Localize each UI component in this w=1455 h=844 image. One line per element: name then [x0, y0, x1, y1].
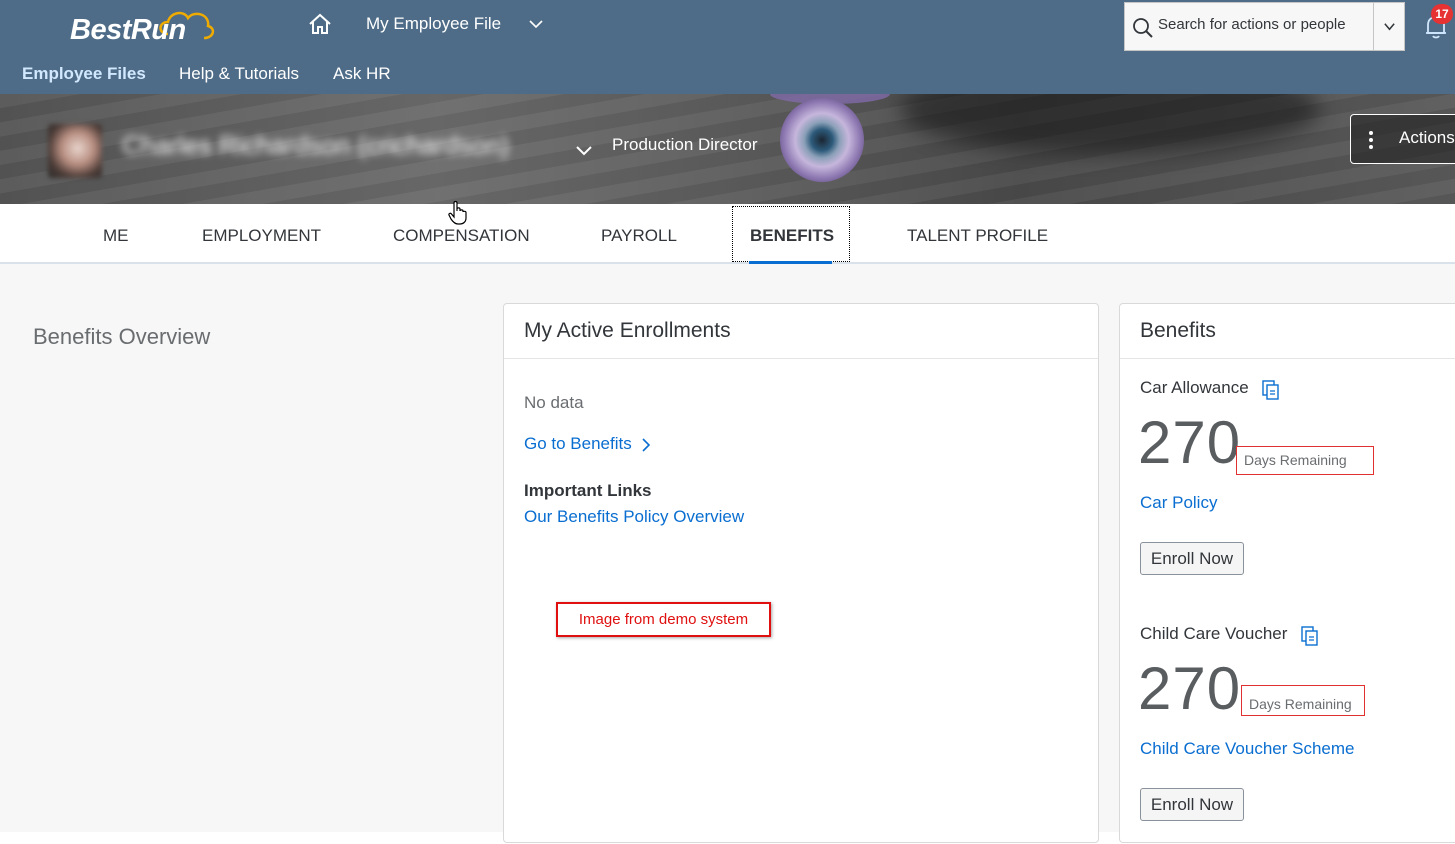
section-title: Benefits Overview: [33, 324, 211, 349]
profile-header: Charles Richardson (crichardson) Product…: [0, 94, 1455, 204]
search-input[interactable]: [1158, 16, 1368, 33]
card-header: My Active Enrollments: [504, 304, 1098, 359]
logo-text: BestRun: [70, 14, 186, 46]
benefit-label-car-allowance: Car Allowance: [1140, 378, 1249, 397]
tab-talent-profile[interactable]: TALENT PROFILE: [907, 226, 1048, 246]
enroll-now-button[interactable]: Enroll Now: [1140, 788, 1244, 821]
actions-label: Actions: [1399, 128, 1455, 147]
document-copy-icon[interactable]: [1262, 380, 1280, 400]
job-title: Production Director: [612, 135, 758, 154]
card-title: My Active Enrollments: [524, 319, 731, 342]
tab-benefits[interactable]: BENEFITS: [750, 226, 834, 246]
chevron-down-icon[interactable]: [574, 140, 594, 160]
nav-ask-hr[interactable]: Ask HR: [333, 64, 391, 84]
benefit-unit: Days Remaining: [1241, 685, 1365, 716]
nav-employee-files[interactable]: Employee Files: [22, 64, 146, 84]
overflow-menu-icon: [1369, 131, 1373, 149]
card-title: Benefits: [1140, 319, 1216, 342]
benefit-unit: Days Remaining: [1236, 446, 1374, 475]
notification-badge: 17: [1431, 4, 1453, 24]
document-copy-icon[interactable]: [1301, 626, 1319, 646]
company-logo[interactable]: BestRun: [68, 4, 228, 50]
benefit-label-child-care: Child Care Voucher: [1140, 624, 1288, 643]
active-enrollments-card: My Active Enrollments No data Go to Bene…: [503, 303, 1099, 843]
avatar[interactable]: [48, 124, 102, 178]
benefits-policy-link[interactable]: Our Benefits Policy Overview: [524, 507, 744, 527]
no-data-text: No data: [524, 393, 584, 412]
shell-bar: BestRun My Employee File 17 Employee Fil…: [0, 0, 1455, 94]
chevron-down-icon: [1384, 23, 1395, 31]
nav-help-tutorials[interactable]: Help & Tutorials: [179, 64, 299, 84]
app-title[interactable]: My Employee File: [366, 14, 501, 34]
important-links-heading: Important Links: [524, 481, 652, 500]
search-scope-dropdown[interactable]: [1373, 2, 1405, 51]
benefit-value: 270: [1138, 655, 1242, 722]
employee-name: Charles Richardson (crichardson): [122, 130, 510, 160]
tab-me[interactable]: ME: [103, 226, 129, 246]
tab-employment[interactable]: EMPLOYMENT: [202, 226, 321, 246]
section-tabs: ME EMPLOYMENT COMPENSATION PAYROLL BENEF…: [0, 204, 1455, 264]
card-header: Benefits: [1120, 304, 1455, 359]
search-field[interactable]: [1124, 2, 1373, 51]
chevron-right-icon[interactable]: [641, 437, 651, 453]
benefits-content: Benefits Overview My Active Enrollments …: [0, 264, 1455, 843]
demo-system-note: Image from demo system: [556, 602, 771, 637]
child-care-scheme-link[interactable]: Child Care Voucher Scheme: [1140, 739, 1355, 759]
actions-button[interactable]: Actions: [1350, 114, 1455, 164]
benefit-value: 270: [1138, 409, 1242, 476]
enroll-now-button[interactable]: Enroll Now: [1140, 542, 1244, 575]
go-to-benefits-link[interactable]: Go to Benefits: [524, 434, 632, 454]
home-icon[interactable]: [306, 10, 334, 38]
search-icon[interactable]: [1132, 17, 1154, 39]
benefits-card: Benefits Car Allowance 270 Days Remainin…: [1119, 303, 1455, 843]
tab-payroll[interactable]: PAYROLL: [601, 226, 677, 246]
header-background-wheel: [780, 98, 864, 182]
chevron-down-icon[interactable]: [528, 16, 544, 32]
car-policy-link[interactable]: Car Policy: [1140, 493, 1217, 513]
tab-compensation[interactable]: COMPENSATION: [393, 226, 530, 246]
hand-cursor-icon: [448, 200, 467, 225]
